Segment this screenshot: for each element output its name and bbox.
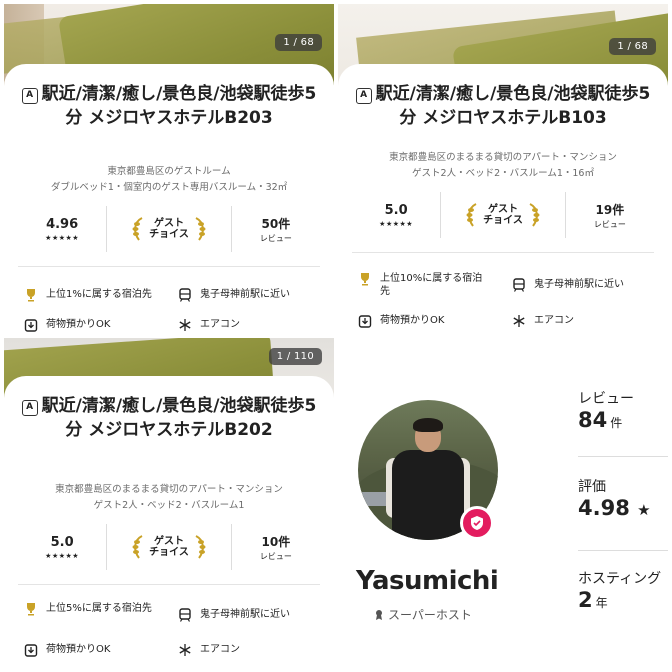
translate-icon[interactable]: A (21, 88, 38, 104)
amenity-station: 鬼子母神前駅に近い (512, 278, 624, 292)
host-rating: 評価 4.98 ★ (578, 479, 651, 520)
amenity-aircon: エアコン (178, 643, 240, 657)
listing-details: ダブルベッド1・個室内のゲスト専用バスルーム・32㎡ (50, 182, 288, 193)
host-profile-panel[interactable]: Yasumichi スーパーホスト レビュー 84 件 評価 4.98 ★ ホステ… (338, 338, 668, 668)
host-name: Yasumichi (356, 566, 499, 596)
train-icon (179, 288, 191, 302)
rating-value: 5.0 (50, 534, 74, 550)
listing-card: A 駅近/清潔/癒し/景色良/池袋駅徒歩5分 メジロヤスホテルB202 東京都豊島… (4, 376, 334, 657)
luggage-icon (358, 315, 372, 328)
rating-stars: ★★★★★ (379, 219, 414, 228)
listing-stats: 5.0 ★★★★★ ゲスト チョイス 19件 レビュー (352, 192, 654, 238)
listing-stats: 5.0 ★★★★★ ゲスト チョイス 10件 レビュー (18, 524, 320, 570)
guest-choice-badge: ゲスト チョイス (440, 192, 566, 238)
amenity-luggage: 荷物預かりOK (358, 314, 444, 328)
snowflake-icon (179, 319, 191, 331)
train-icon (179, 608, 191, 622)
amenity-top-percent: 上位5%に属する宿泊先 (24, 602, 154, 616)
laurel-right-icon (529, 203, 540, 227)
listing-details: ゲスト2人・ベッド2・バスルーム1・16㎡ (412, 168, 594, 179)
listing-title: A 駅近/清潔/癒し/景色良/池袋駅徒歩5分 メジロヤスホテルB103 (338, 82, 668, 130)
listing-location: 東京都豊島区のまるまる貸切のアパート・マンション (55, 484, 283, 495)
star-icon: ★ (637, 501, 651, 519)
laurel-right-icon (195, 535, 206, 559)
translate-icon[interactable]: A (21, 400, 38, 416)
listing-panel-b202[interactable]: 1 / 110 A 駅近/清潔/癒し/景色良/池袋駅徒歩5分 メジロヤスホテルB2… (4, 338, 334, 668)
luggage-icon (24, 319, 38, 332)
amenity-station: 鬼子母神前駅に近い (178, 608, 290, 622)
divider (352, 252, 654, 253)
rating-stars: ★★★★★ (45, 551, 80, 560)
divider (18, 266, 320, 267)
train-icon (513, 278, 525, 292)
amenity-top-percent: 上位1%に属する宿泊先 (24, 288, 164, 302)
host-card: Yasumichi スーパーホスト レビュー 84 件 評価 4.98 ★ ホステ… (338, 348, 668, 668)
review-count[interactable]: 10件 レビュー (232, 524, 320, 570)
translate-icon[interactable]: A (355, 88, 372, 104)
listing-title: A 駅近/清潔/癒し/景色良/池袋駅徒歩5分 メジロヤスホテルB202 (4, 394, 334, 442)
laurel-left-icon (132, 217, 143, 241)
listing-details: ゲスト2人・ベッド2・バスルーム1 (93, 500, 245, 511)
divider (578, 456, 668, 457)
snowflake-icon (513, 315, 525, 327)
photo-counter: 1 / 68 (609, 38, 656, 55)
laurel-left-icon (132, 535, 143, 559)
review-count[interactable]: 50件 レビュー (232, 206, 320, 252)
guest-choice-badge: ゲスト チョイス (106, 524, 232, 570)
trophy-icon (361, 273, 369, 286)
amenity-luggage: 荷物預かりOK (24, 318, 110, 332)
photo-counter: 1 / 68 (275, 34, 322, 51)
superhost-badge-icon (460, 506, 494, 540)
listing-location: 東京都豊島区のゲストルーム (107, 166, 231, 177)
listing-panel-b203[interactable]: 1 / 68 A 駅近/清潔/癒し/景色良/池袋駅徒歩5分 メジロヤスホテルB20… (4, 4, 334, 334)
superhost-label: スーパーホスト (374, 606, 472, 623)
trophy-icon (27, 603, 35, 616)
amenity-station: 鬼子母神前駅に近い (178, 288, 290, 302)
rating-stars: ★★★★★ (45, 233, 80, 242)
rating-value: 5.0 (384, 202, 408, 218)
luggage-icon (24, 644, 38, 657)
amenity-aircon: エアコン (178, 318, 240, 332)
listing-stats: 4.96 ★★★★★ ゲスト チョイス 50件 レビュー (18, 206, 320, 252)
listing-card: A 駅近/清潔/癒し/景色良/池袋駅徒歩5分 メジロヤスホテルB103 東京都豊島… (338, 64, 668, 334)
amenity-aircon: エアコン (512, 314, 574, 328)
rating-value: 4.96 (46, 216, 79, 232)
guest-choice-badge: ゲスト チョイス (106, 206, 232, 252)
laurel-right-icon (195, 217, 206, 241)
divider (578, 550, 668, 551)
listing-panel-b103[interactable]: 1 / 68 A 駅近/清潔/癒し/景色良/池袋駅徒歩5分 メジロヤスホテルB10… (338, 4, 668, 334)
host-years: ホスティング 2年 (578, 571, 662, 612)
amenity-luggage: 荷物預かりOK (24, 643, 110, 657)
divider (18, 584, 320, 585)
listing-location: 東京都豊島区のまるまる貸切のアパート・マンション (389, 152, 617, 163)
review-count[interactable]: 19件 レビュー (566, 192, 654, 238)
amenity-top-percent: 上位10%に属する宿泊先 (358, 272, 488, 298)
superhost-medal-icon (376, 609, 382, 620)
listing-card: A 駅近/清潔/癒し/景色良/池袋駅徒歩5分 メジロヤスホテルB203 東京都豊島… (4, 64, 334, 334)
trophy-icon (27, 289, 35, 302)
listing-title: A 駅近/清潔/癒し/景色良/池袋駅徒歩5分 メジロヤスホテルB203 (4, 82, 334, 130)
host-reviews: レビュー 84 件 (578, 391, 634, 432)
snowflake-icon (179, 644, 191, 656)
laurel-left-icon (466, 203, 477, 227)
photo-counter: 1 / 110 (268, 348, 322, 365)
